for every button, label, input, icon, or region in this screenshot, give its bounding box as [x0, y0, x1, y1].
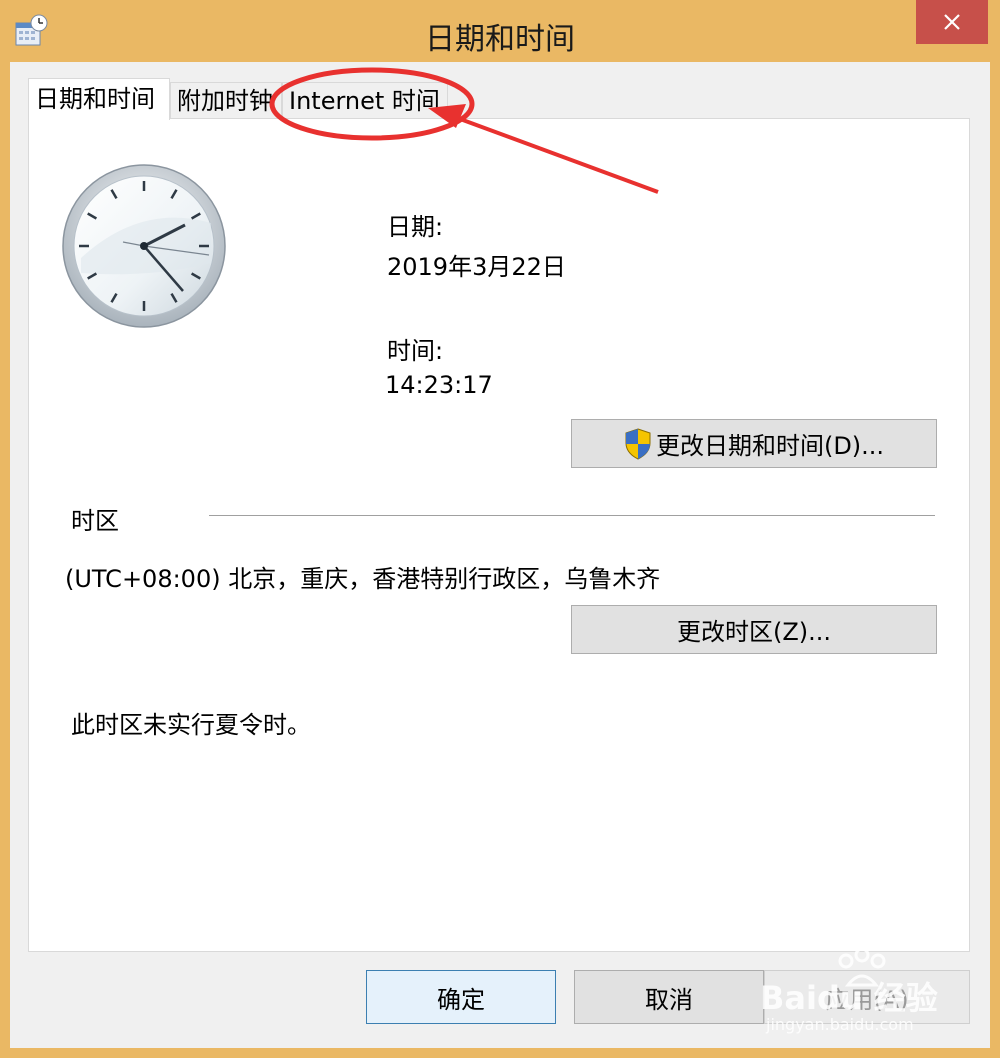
uac-shield-icon [625, 427, 651, 460]
change-timezone-label: 更改时区(Z)... [676, 618, 832, 646]
title-bar: 日期和时间 [0, 0, 1000, 62]
tab-additional-clocks[interactable]: 附加时钟 [170, 82, 282, 118]
time-label: 时间: [387, 337, 444, 365]
ok-button[interactable]: 确定 [366, 970, 556, 1024]
cancel-button[interactable]: 取消 [574, 970, 764, 1024]
watermark-url: jingyan.baidu.com [766, 1015, 914, 1034]
date-time-dialog: 日期和时间 日期和时间 附加时钟 Internet 时间 日期: 2019年3月… [0, 0, 1000, 1058]
close-icon [944, 14, 960, 30]
change-date-time-label: 更改日期和时间(D)... [655, 432, 885, 460]
tab-date-time[interactable]: 日期和时间 [28, 78, 170, 120]
date-value: 2019年3月22日 [387, 253, 566, 281]
close-button[interactable] [916, 0, 988, 44]
timezone-separator [209, 515, 935, 517]
tab-panel: 日期: 2019年3月22日 时间: 14:23:17 更改日期和时间(D)..… [28, 118, 970, 952]
tab-internet-time[interactable]: Internet 时间 [282, 82, 448, 118]
dst-note: 此时区未实行夏令时。 [71, 711, 311, 739]
change-date-time-button[interactable]: 更改日期和时间(D)... [571, 419, 937, 468]
time-value: 14:23:17 [385, 371, 493, 399]
analog-clock-icon [62, 164, 226, 328]
date-label: 日期: [387, 213, 444, 241]
change-timezone-button[interactable]: 更改时区(Z)... [571, 605, 937, 654]
timezone-section-label: 时区 [71, 507, 119, 535]
watermark-brand: Baidu 经验 [760, 979, 938, 1017]
baidu-watermark: Baidu 经验 jingyan.baidu.com [760, 949, 960, 1035]
dialog-client-area: 日期和时间 附加时钟 Internet 时间 日期: 2019年3月22日 时间… [10, 62, 990, 1048]
timezone-value: (UTC+08:00) 北京，重庆，香港特别行政区，乌鲁木齐 [65, 565, 661, 593]
window-title: 日期和时间 [425, 22, 575, 57]
